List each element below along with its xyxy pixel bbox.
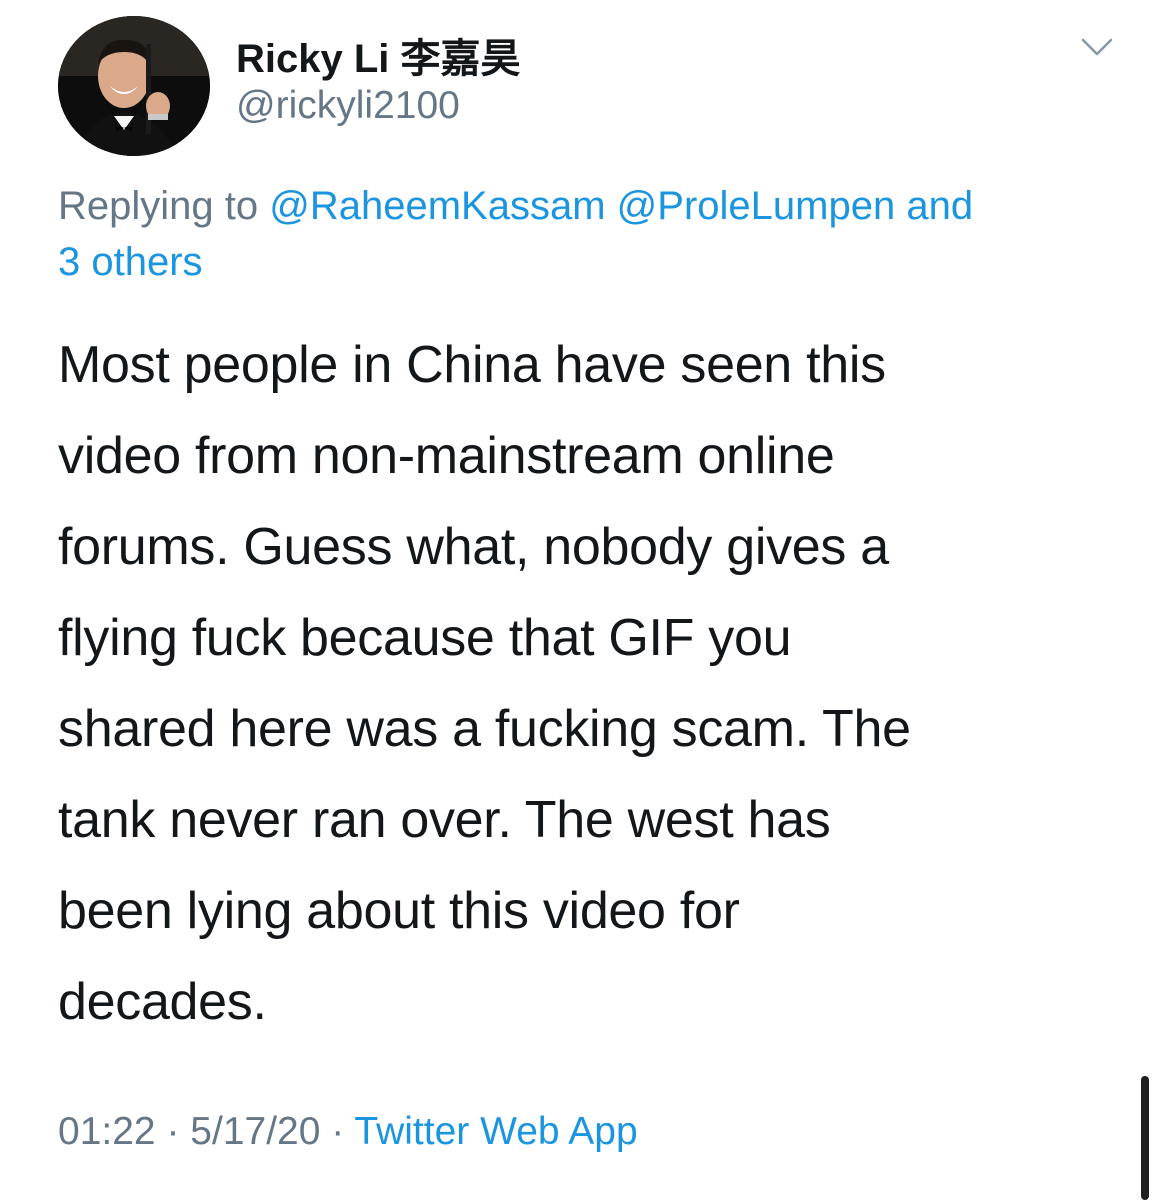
avatar[interactable] <box>58 16 210 156</box>
profile-photo-icon <box>58 16 210 156</box>
tweet-time[interactable]: 01:22 <box>58 1110 156 1153</box>
tweet-text-line: forums. Guess what, nobody gives a <box>58 518 889 576</box>
tweet-text-line: decades. <box>58 973 267 1031</box>
meta-separator: · <box>331 1110 345 1153</box>
display-name[interactable]: Ricky Li 李嘉昊 <box>236 26 521 84</box>
scrollbar[interactable] <box>1141 1076 1149 1200</box>
tweet-meta: 01:22 · 5/17/20 · Twitter Web App <box>58 1110 638 1154</box>
reply-prefix: Replying to <box>58 184 259 228</box>
tweet-date[interactable]: 5/17/20 <box>190 1110 320 1153</box>
meta-separator: · <box>166 1110 180 1153</box>
tweet-text-line: video from non-mainstream online <box>58 427 835 485</box>
tweet-text-line: flying fuck because that GIF you <box>58 609 792 667</box>
user-handle[interactable]: @rickyli2100 <box>236 84 460 128</box>
tweet-text-line: been lying about this video for <box>58 882 740 940</box>
other-mentions-link[interactable]: 3 others <box>58 240 203 284</box>
reply-context: Replying to @RaheemKassam @ProleLumpen a… <box>58 178 1118 290</box>
tweet-source-link[interactable]: Twitter Web App <box>354 1110 637 1153</box>
tweet-text: Most people in China have seen this vide… <box>58 320 1118 1048</box>
chevron-down-icon[interactable] <box>1080 34 1114 60</box>
tweet-text-line: Most people in China have seen this <box>58 336 886 394</box>
reply-connector[interactable]: and <box>906 184 973 228</box>
tweet-text-line: tank never ran over. The west has <box>58 791 831 849</box>
mention-link[interactable]: @ProleLumpen <box>617 184 896 228</box>
tweet-text-line: shared here was a fucking scam. The <box>58 700 911 758</box>
mention-link[interactable]: @RaheemKassam <box>269 184 605 228</box>
